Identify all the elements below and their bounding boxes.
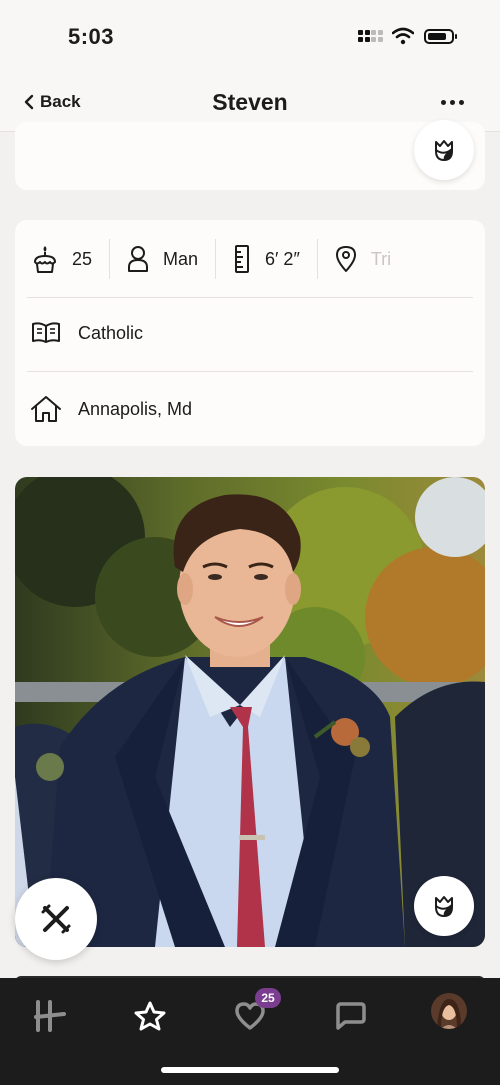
divider (27, 297, 473, 298)
send-rose-button[interactable] (414, 876, 474, 936)
location-value: Tri (370, 248, 392, 269)
height-vital: 6′ 2″ (216, 239, 318, 279)
star-icon (134, 1001, 166, 1031)
profile-avatar[interactable] (431, 993, 467, 1029)
avatar-image (431, 993, 467, 1029)
chat-icon (336, 1002, 366, 1030)
tab-discover[interactable] (28, 994, 72, 1038)
height-value: 6′ 2″ (265, 248, 300, 269)
ruler-icon (235, 245, 250, 273)
tab-standouts[interactable] (128, 994, 172, 1038)
tab-matches[interactable] (328, 994, 372, 1038)
profile-photo[interactable] (15, 477, 485, 947)
religion-value: Catholic (78, 322, 144, 343)
status-bar: 5:03 (0, 0, 500, 72)
religion-row: Catholic (30, 321, 143, 345)
age-vital: 25 (15, 239, 111, 279)
location-pin-icon (335, 246, 356, 272)
more-options-button[interactable] (441, 100, 464, 105)
book-icon (32, 322, 60, 343)
send-rose-button[interactable] (414, 120, 474, 180)
rose-icon (435, 140, 453, 161)
wifi-icon (392, 27, 414, 45)
hometown-value: Annapolis, Md (78, 398, 193, 419)
cellular-signal-icon (358, 30, 383, 42)
hometown-row: Annapolis, Md (30, 395, 192, 423)
close-icon (41, 904, 71, 934)
likes-count-badge: 25 (255, 988, 281, 1008)
cake-icon (34, 246, 56, 273)
age-value: 25 (72, 248, 93, 269)
person-icon (128, 246, 149, 272)
gender-vital: Man (110, 239, 217, 279)
skip-button[interactable] (15, 878, 97, 960)
divider (27, 371, 473, 372)
hinge-logo-icon (34, 1000, 66, 1032)
home-indicator (161, 1067, 339, 1073)
house-icon (31, 396, 61, 422)
status-time: 5:03 (68, 24, 115, 49)
page-title: Steven (212, 89, 288, 115)
profile-info-card: 25 Man 6′ 2″ Tri Catholic Annapolis, Md (15, 220, 485, 446)
gender-value: Man (163, 248, 199, 269)
rose-icon (435, 896, 453, 917)
battery-icon (424, 29, 457, 44)
profile-photo-image (15, 477, 485, 947)
vitals-row[interactable]: 25 Man 6′ 2″ Tri (15, 220, 485, 298)
location-vital: Tri (318, 239, 408, 279)
